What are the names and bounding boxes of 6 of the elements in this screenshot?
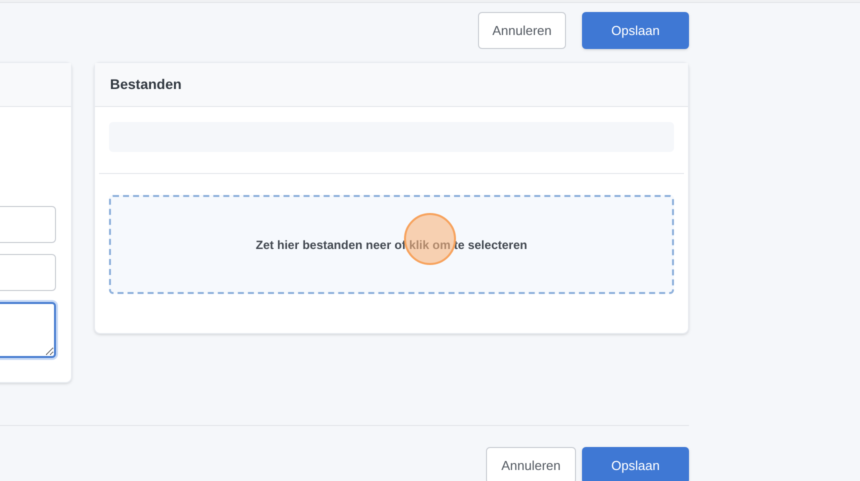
panel-title: Bestanden: [110, 75, 182, 94]
save-button[interactable]: Opslaan: [582, 447, 689, 481]
cancel-button[interactable]: Annuleren: [486, 447, 576, 481]
save-button[interactable]: Opslaan: [582, 12, 689, 49]
click-highlight: [404, 213, 456, 265]
cancel-button[interactable]: Annuleren: [478, 12, 566, 49]
